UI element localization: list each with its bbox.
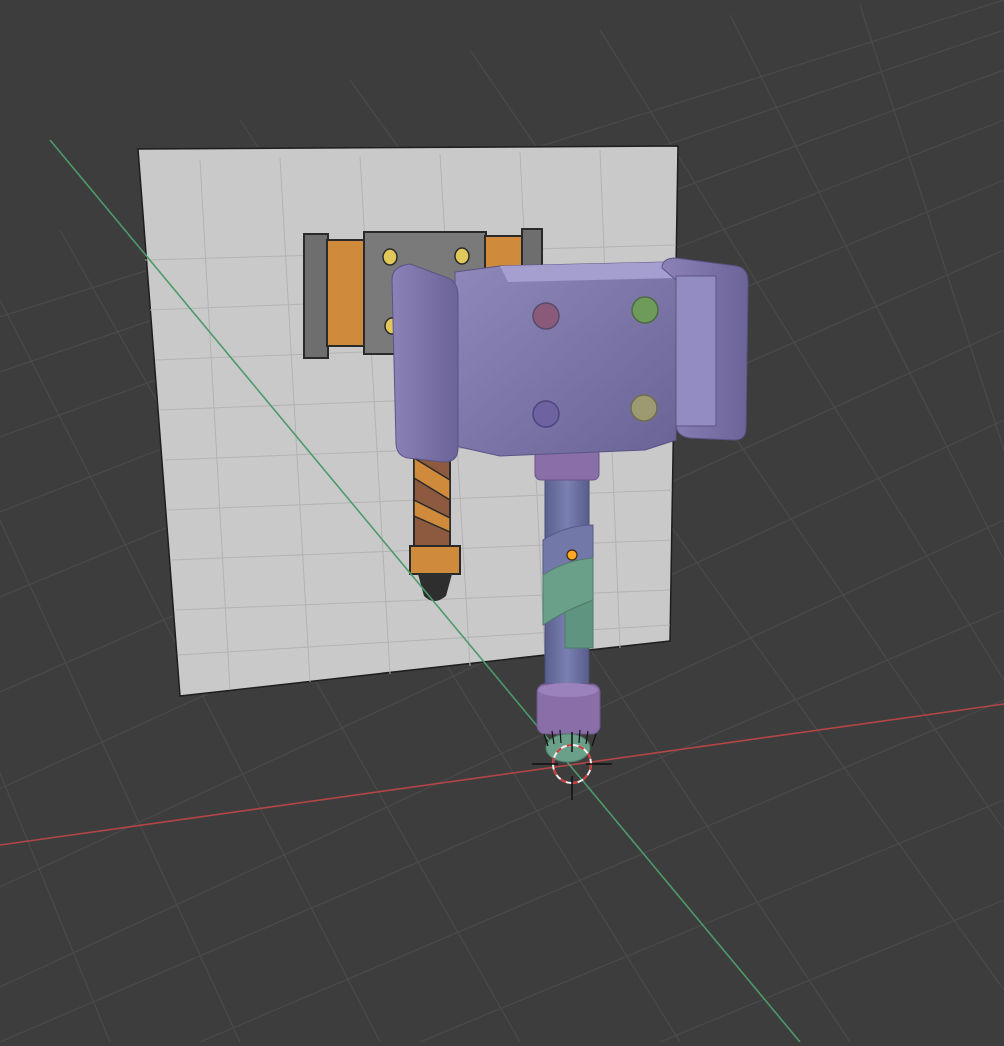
rivet-bottom-right <box>630 394 658 422</box>
object-origin-point[interactable] <box>566 549 578 561</box>
right-cap-inner <box>675 275 717 427</box>
rivet-top-right <box>631 296 659 324</box>
3d-viewport[interactable] <box>0 0 1004 1043</box>
collar-top-face <box>538 683 598 697</box>
rivet-bottom-left <box>532 400 560 428</box>
hammer-head-block <box>454 261 679 457</box>
viewport-canvas[interactable] <box>0 0 1004 1043</box>
rivet-top-left <box>532 302 560 330</box>
hammer-left-cap <box>391 263 459 463</box>
